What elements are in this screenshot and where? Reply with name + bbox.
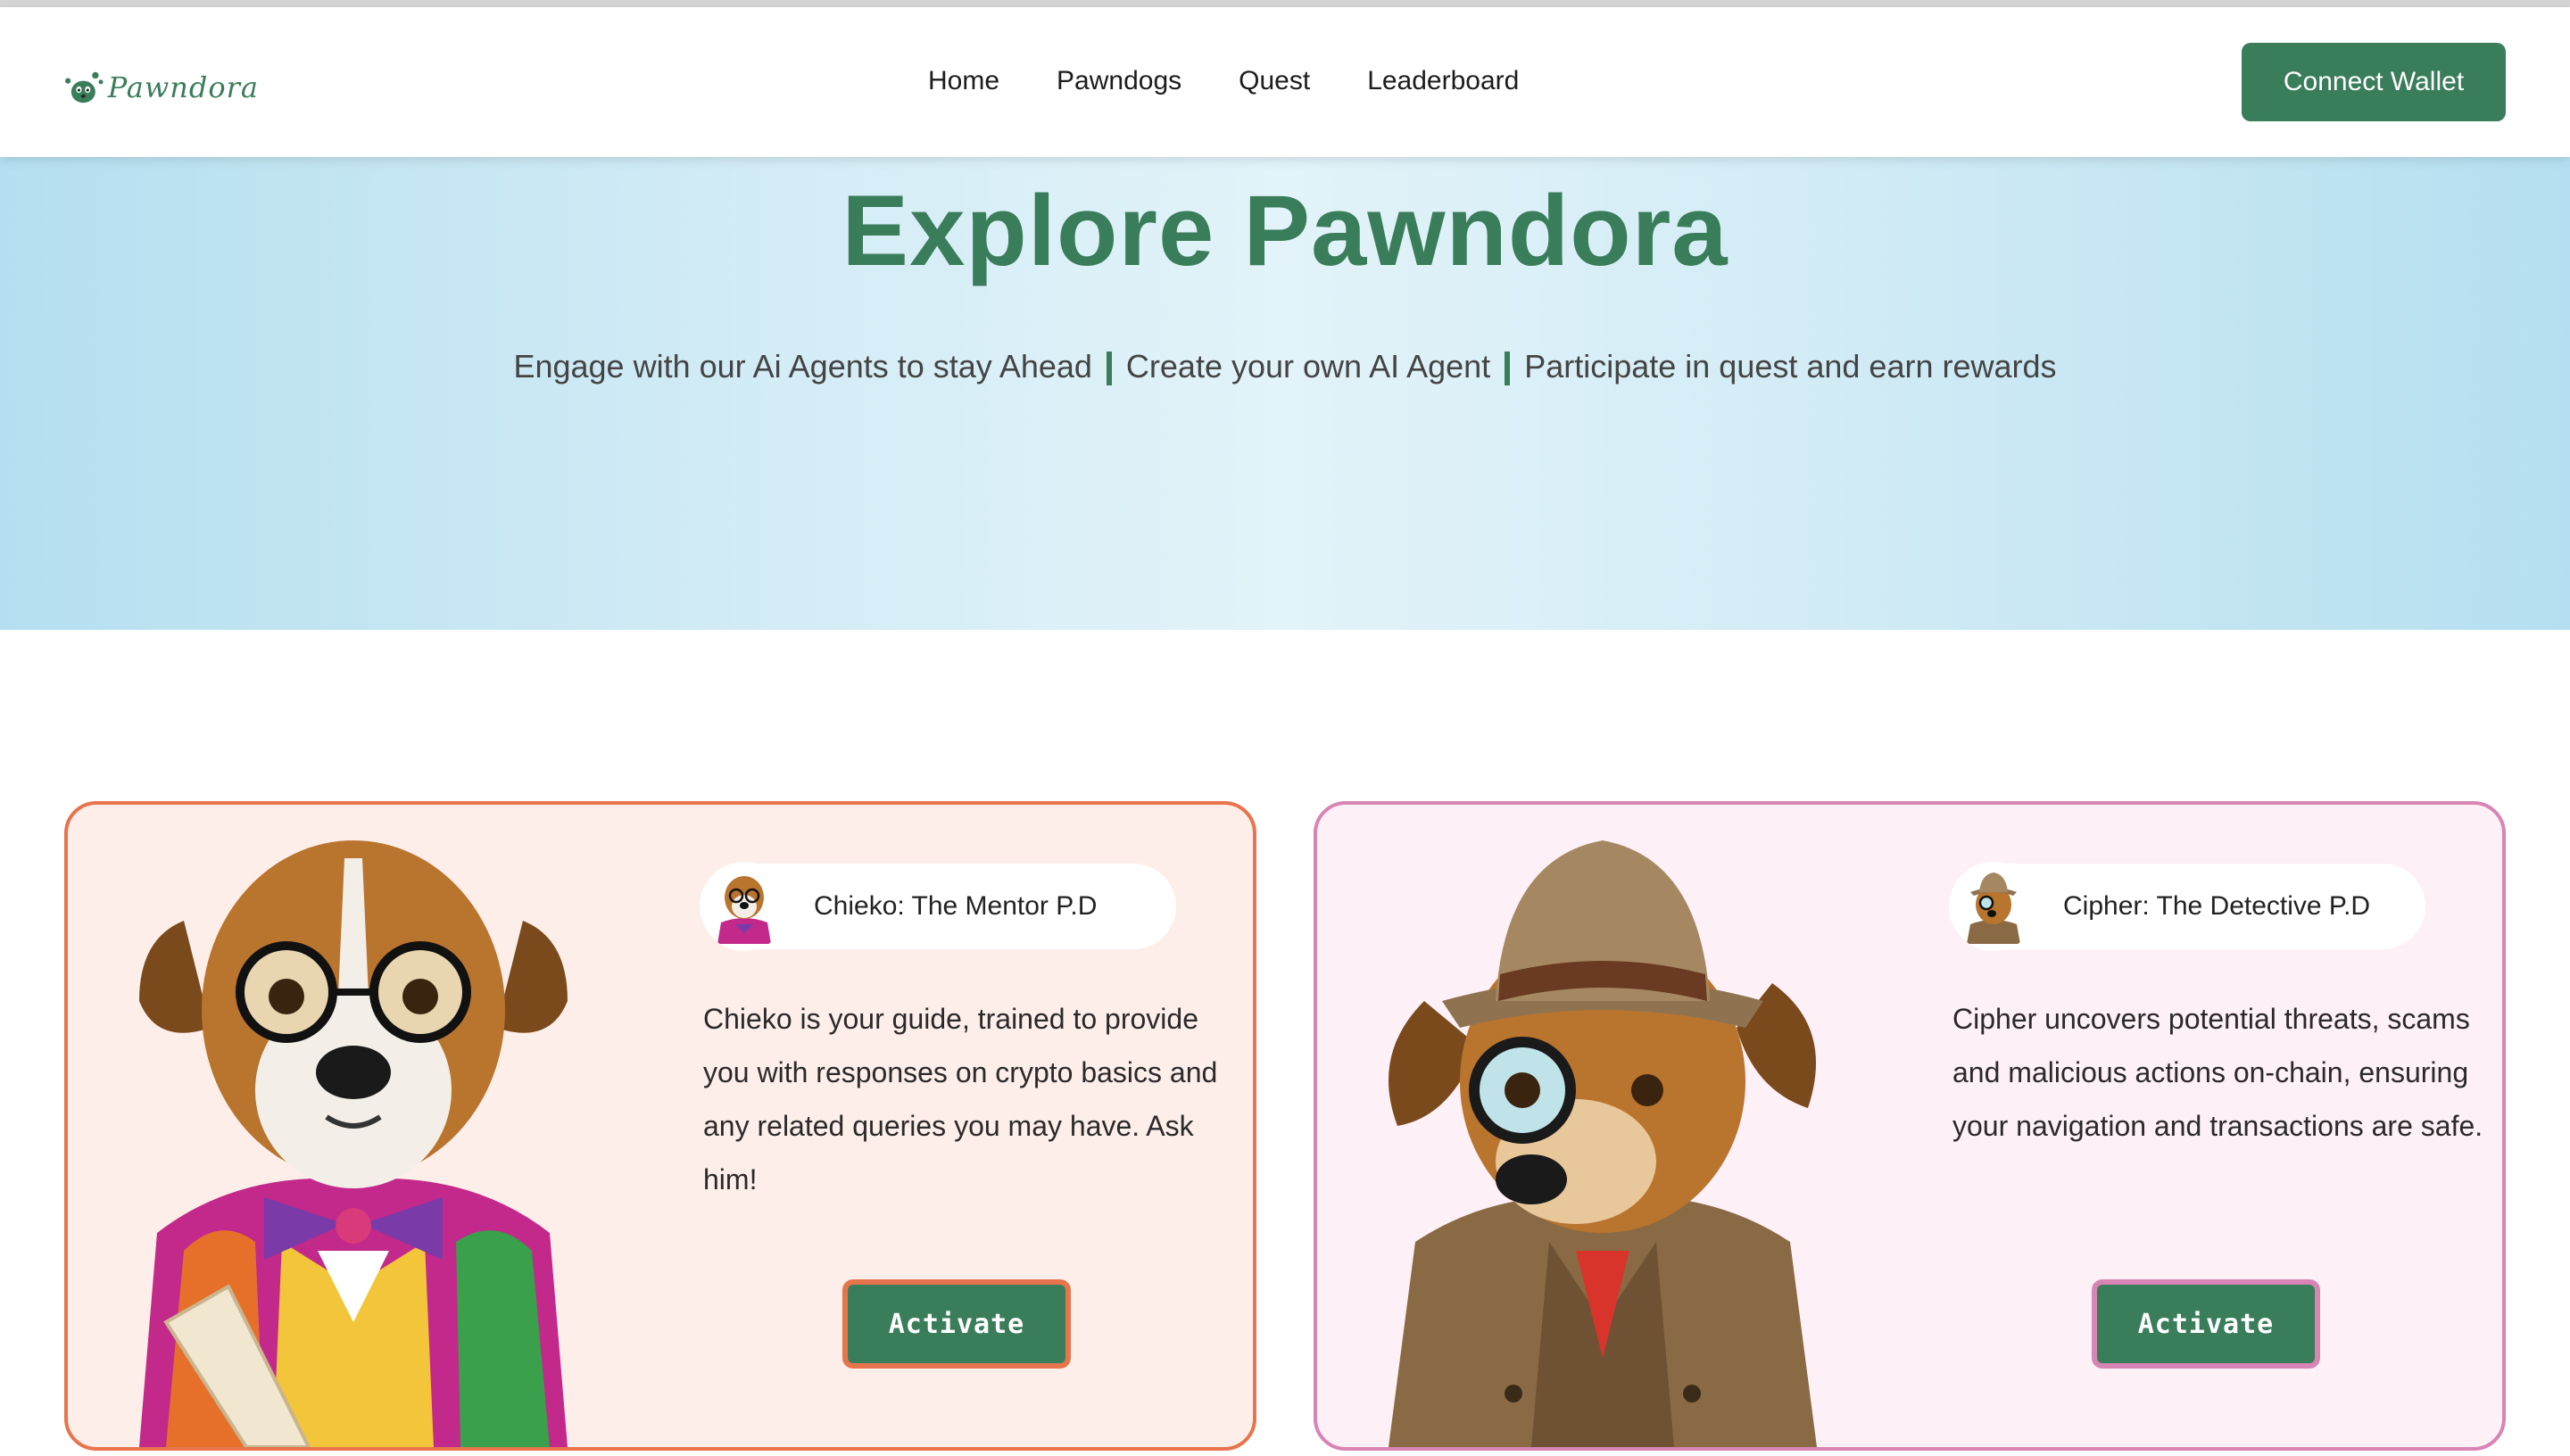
tagline-create: Create your own AI Agent: [1125, 348, 1491, 385]
agent-description: Chieko is your guide, trained to provide…: [703, 1003, 1218, 1195]
agent-card-chieko: Chieko: The Mentor P.D Chieko is your gu…: [64, 801, 1256, 1451]
nav-quest-link[interactable]: Quest: [1239, 66, 1310, 96]
hero-title: Explore Pawndora: [841, 175, 1729, 286]
nav-home-link[interactable]: Home: [928, 66, 999, 96]
navbar: Pawndora Home Pawndogs Quest Leaderboard…: [0, 7, 2570, 157]
top-border: [0, 0, 2570, 7]
brand-logo[interactable]: Pawndora: [62, 52, 259, 123]
cipher-avatar: [1949, 862, 2038, 951]
agent-description: Cipher uncovers potential threats, scams…: [1952, 1003, 2483, 1142]
tagline-engage: Engage with our Ai Agents to stay Ahead: [513, 348, 1092, 385]
chieko-avatar: [700, 862, 789, 951]
main-nav: Home Pawndogs Quest Leaderboard: [928, 66, 1576, 96]
hero-taglines: Engage with our Ai Agents to stay Ahead C…: [0, 348, 2570, 386]
cipher-dog-illustration: [1389, 840, 1817, 1447]
agent-name-pill: Chieko: The Mentor P.D: [700, 862, 1176, 951]
tagline-separator: [1106, 352, 1112, 386]
cipher-avatar-icon: [1967, 873, 2020, 944]
tagline-separator: [1505, 352, 1511, 386]
brand-logo-text: Pawndora: [107, 70, 259, 104]
activate-chieko-button[interactable]: Activate: [842, 1279, 1071, 1369]
tagline-quest: Participate in quest and earn rewards: [1524, 348, 2057, 385]
agent-name: Chieko: The Mentor P.D: [814, 891, 1098, 921]
agent-card-cipher: Cipher: The Detective P.D Cipher uncover…: [1314, 801, 2506, 1451]
hero-banner: Explore Pawndora Engage with our Ai Agen…: [0, 157, 2570, 630]
chieko-dog-illustration: [139, 840, 568, 1447]
nav-pawndogs-link[interactable]: Pawndogs: [1057, 66, 1181, 96]
paw-logo-icon: [65, 71, 104, 103]
connect-wallet-button[interactable]: Connect Wallet: [2242, 43, 2506, 121]
nav-leaderboard-link[interactable]: Leaderboard: [1367, 66, 1519, 96]
agent-name: Cipher: The Detective P.D: [2063, 891, 2371, 921]
chieko-avatar-icon: [717, 876, 771, 944]
agent-name-pill: Cipher: The Detective P.D: [1949, 862, 2425, 951]
activate-cipher-button[interactable]: Activate: [2092, 1279, 2320, 1369]
